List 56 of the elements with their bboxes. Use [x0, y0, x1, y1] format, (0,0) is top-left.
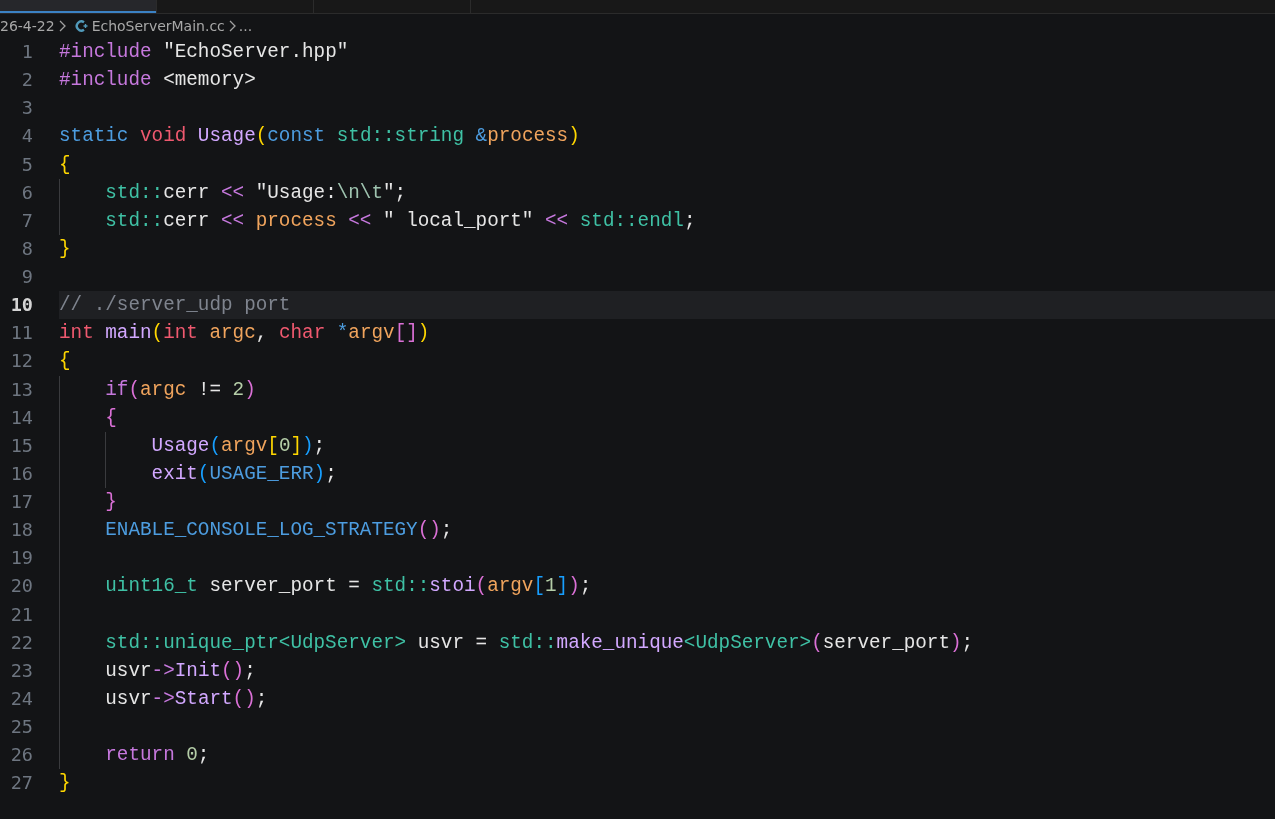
code-line: int main(int argc, char *argv[]): [59, 322, 430, 345]
editor-tab[interactable]: [0, 0, 157, 14]
code-line: usvr->Start();: [104, 687, 268, 710]
code-line: }: [104, 491, 117, 513]
line-number: 13: [9, 377, 33, 402]
code-line: usvr->Init();: [104, 659, 256, 682]
code-line: std::cerr << "Usage:\n\t";: [104, 181, 407, 204]
code-line: uint16_t server_port = std::stoi(argv[1]);: [104, 575, 592, 598]
line-number: 11: [9, 321, 33, 346]
line-number: 20: [9, 574, 33, 599]
code-line: exit(USAGE_ERR);: [150, 462, 337, 485]
line-number: 6: [20, 180, 33, 205]
cpp-file-icon: [74, 18, 89, 33]
code-line: {: [59, 153, 71, 176]
code-line: // ./server_udp port: [59, 294, 291, 317]
code-line: std::unique_ptr<UdpServer> usvr = std::make_unique<UdpServer>(server_port);: [104, 631, 974, 654]
line-number: 21: [9, 602, 33, 627]
code-line: std::cerr << process << " local_port" << std::endl;: [104, 209, 696, 232]
line-number: 5: [20, 152, 33, 177]
breadcrumb-item[interactable]: ...: [238, 17, 253, 34]
line-number: 17: [9, 490, 33, 514]
line-number: 27: [9, 771, 33, 796]
code-line: return 0;: [104, 744, 210, 767]
chevron-right-icon: [57, 19, 66, 32]
line-number: 4: [20, 124, 33, 149]
line-number: 1: [20, 40, 33, 64]
line-number: 8: [20, 236, 33, 261]
code-line: #include "EchoServer.hpp": [59, 41, 349, 63]
line-number: 26: [9, 743, 33, 768]
line-number: 15: [9, 433, 33, 458]
breadcrumb-item[interactable]: 26-4-22: [0, 17, 55, 34]
line-number: 24: [9, 686, 33, 711]
code-line: static void Usage(const std::string &process): [59, 125, 580, 148]
line-number: 9: [20, 265, 33, 289]
line-number: 3: [20, 96, 33, 121]
line-number: 25: [9, 715, 33, 739]
line-number: 12: [9, 349, 33, 374]
line-number: 10: [9, 293, 33, 318]
code-line: }: [59, 772, 71, 795]
line-number: 19: [9, 546, 33, 571]
code-line: ENABLE_CONSOLE_LOG_STRATEGY();: [104, 519, 453, 542]
code-line: {: [104, 406, 117, 429]
line-number: 2: [20, 68, 33, 93]
code-line: {: [59, 350, 71, 373]
line-number: 14: [9, 405, 33, 430]
breadcrumb-item[interactable]: EchoServerMain.cc: [91, 17, 225, 34]
line-number: 18: [9, 518, 33, 543]
code-line: Usage(argv[0]);: [150, 434, 326, 457]
code-line: }: [59, 237, 71, 260]
code-line: if(argc != 2): [104, 378, 256, 401]
line-number: 16: [9, 461, 33, 486]
chevron-right-icon: [227, 19, 236, 32]
line-number: 23: [9, 658, 33, 683]
line-number: 7: [20, 208, 33, 233]
line-number: 22: [9, 630, 33, 655]
code-line: #include <memory>: [59, 69, 256, 92]
